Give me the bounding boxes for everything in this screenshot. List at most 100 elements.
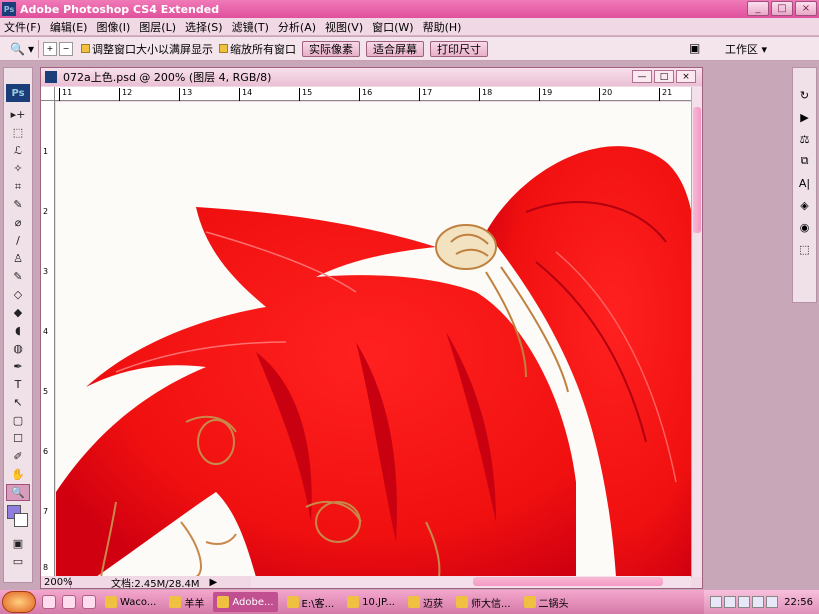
ruler-tick: 8 xyxy=(43,563,49,572)
start-button[interactable] xyxy=(2,591,36,613)
menu-edit[interactable]: 编辑(E) xyxy=(50,19,88,35)
taskbar-item-adobe[interactable]: Adobe... xyxy=(213,592,278,612)
fit-screen-button[interactable]: 适合屏幕 xyxy=(365,40,424,57)
status-bar: 200% 文档:2.45M/28.4M ▶ xyxy=(41,575,251,590)
crop-tool-icon[interactable]: ⌗ xyxy=(6,178,30,195)
zoom-in-button[interactable]: + xyxy=(42,41,57,56)
character-panel-icon[interactable]: A| xyxy=(795,174,814,192)
ruler-tick: 3 xyxy=(43,267,49,276)
quick-mask-icon[interactable]: ▣ xyxy=(6,535,30,552)
menu-file[interactable]: 文件(F) xyxy=(4,19,41,35)
horizontal-scroll-thumb[interactable] xyxy=(473,577,663,586)
taskbar-item-shida[interactable]: 师大信... xyxy=(452,592,515,612)
screen-mode-icon[interactable]: ▭ xyxy=(6,553,30,570)
ruler-tick: 11 xyxy=(59,88,72,101)
menu-image[interactable]: 图像(I) xyxy=(96,19,130,35)
paths-panel-icon[interactable]: ⬚ xyxy=(795,240,814,258)
clone-source-panel-icon[interactable]: ⧉ xyxy=(795,152,814,170)
doc-close-button[interactable]: × xyxy=(676,70,696,83)
lasso-tool-icon[interactable]: ℒ xyxy=(6,142,30,159)
menu-filter[interactable]: 滤镜(T) xyxy=(232,19,269,35)
vertical-ruler[interactable]: 1 2 3 4 5 6 7 8 xyxy=(41,101,55,577)
zoom-level[interactable]: 200% xyxy=(41,576,73,588)
eraser-tool-icon[interactable]: ◇ xyxy=(6,286,30,303)
image-canvas[interactable] xyxy=(56,102,691,577)
menu-layer[interactable]: 图层(L) xyxy=(139,19,176,35)
eyedropper-tool-icon[interactable]: ✎ xyxy=(6,196,30,213)
zoom-out-button[interactable]: − xyxy=(58,41,73,56)
zoom-tool-preset[interactable]: 🔍 ▾ xyxy=(10,42,34,56)
magic-wand-tool-icon[interactable]: ✧ xyxy=(6,160,30,177)
ruler-tick: 7 xyxy=(43,507,49,516)
doc-minimize-button[interactable]: — xyxy=(632,70,652,83)
document-window: 072a上色.psd @ 200% (图层 4, RGB/8) — □ × 11… xyxy=(40,67,703,590)
image-icon xyxy=(347,596,360,608)
tray-icon[interactable] xyxy=(724,596,737,608)
tray-icon[interactable] xyxy=(738,596,751,608)
brush-tool-icon[interactable]: / xyxy=(6,232,30,249)
healing-brush-tool-icon[interactable]: ⌀ xyxy=(6,214,30,231)
print-size-button[interactable]: 打印尺寸 xyxy=(429,40,488,57)
ruler-tick: 19 xyxy=(539,88,552,101)
zoom-all-windows-checkbox[interactable]: 缩放所有窗口 xyxy=(218,41,296,57)
pen-tool-icon[interactable]: ✒ xyxy=(6,358,30,375)
ruler-origin[interactable] xyxy=(41,87,55,101)
taskbar-item-maihuo[interactable]: 迈获 xyxy=(404,592,447,612)
brushes-panel-icon[interactable]: ⚖ xyxy=(795,130,814,148)
vertical-scrollbar[interactable] xyxy=(691,87,702,577)
blur-tool-icon[interactable]: ◖ xyxy=(6,322,30,339)
minimize-button[interactable]: _ xyxy=(747,1,769,16)
doc-maximize-button[interactable]: □ xyxy=(654,70,674,83)
workspace-menu[interactable]: 工作区 ▾ xyxy=(725,41,767,57)
taskbar-item-yangyang[interactable]: 羊羊 xyxy=(165,592,208,612)
eyedropper-2-tool-icon[interactable]: ✐ xyxy=(6,448,30,465)
taskbar-item-erguotou[interactable]: 二锅头 xyxy=(520,592,573,612)
vertical-scroll-thumb[interactable] xyxy=(693,107,701,233)
type-tool-icon[interactable]: T xyxy=(6,376,30,393)
move-tool-icon[interactable]: ▸+ xyxy=(6,106,30,123)
menu-window[interactable]: 窗口(W) xyxy=(372,19,413,35)
menu-select[interactable]: 选择(S) xyxy=(185,19,223,35)
ruler-tick: 13 xyxy=(179,88,192,101)
menu-analysis[interactable]: 分析(A) xyxy=(278,19,316,35)
tray-icon[interactable] xyxy=(752,596,765,608)
workspace-icon[interactable]: ▣ xyxy=(689,41,705,55)
quicklaunch-icon[interactable] xyxy=(82,595,96,609)
clock[interactable]: 22:56 xyxy=(784,597,813,608)
document-size-info[interactable]: 文档:2.45M/28.4M xyxy=(111,575,200,590)
actions-panel-icon[interactable]: ▶ xyxy=(795,108,814,126)
history-brush-tool-icon[interactable]: ✎ xyxy=(6,268,30,285)
horizontal-scrollbar[interactable] xyxy=(251,576,691,588)
folder-icon xyxy=(169,596,182,608)
marquee-tool-icon[interactable]: ⬚ xyxy=(6,124,30,141)
taskbar-item-image[interactable]: 10.JP... xyxy=(343,592,399,612)
menu-view[interactable]: 视图(V) xyxy=(325,19,363,35)
color-swatches[interactable] xyxy=(6,503,30,533)
document-title-bar[interactable]: 072a上色.psd @ 200% (图层 4, RGB/8) — □ × xyxy=(41,68,702,86)
notes-tool-icon[interactable]: ☐ xyxy=(6,430,30,447)
background-color-swatch[interactable] xyxy=(14,513,28,527)
maximize-button[interactable]: □ xyxy=(771,1,793,16)
history-panel-icon[interactable]: ↻ xyxy=(795,86,814,104)
quicklaunch-icon[interactable] xyxy=(42,595,56,609)
paint-bucket-tool-icon[interactable]: ◆ xyxy=(6,304,30,321)
close-button[interactable]: × xyxy=(795,1,817,16)
channels-panel-icon[interactable]: ◉ xyxy=(795,218,814,236)
layers-panel-icon[interactable]: ◈ xyxy=(795,196,814,214)
tray-icon[interactable] xyxy=(710,596,723,608)
taskbar-item-explorer[interactable]: E:\客... xyxy=(283,592,339,612)
zoom-tool-icon[interactable]: 🔍 xyxy=(6,484,30,501)
resize-windows-checkbox[interactable]: 调整窗口大小以满屏显示 xyxy=(80,41,213,57)
shape-tool-icon[interactable]: ▢ xyxy=(6,412,30,429)
dodge-tool-icon[interactable]: ◍ xyxy=(6,340,30,357)
clone-stamp-tool-icon[interactable]: ♙ xyxy=(6,250,30,267)
menu-help[interactable]: 帮助(H) xyxy=(423,19,462,35)
hand-tool-icon[interactable]: ✋ xyxy=(6,466,30,483)
quicklaunch-icon[interactable] xyxy=(62,595,76,609)
actual-pixels-button[interactable]: 实际像素 xyxy=(301,40,360,57)
tray-icon[interactable] xyxy=(766,596,779,608)
horizontal-ruler[interactable]: 11 12 13 14 15 16 17 18 19 20 21 xyxy=(55,87,691,101)
path-selection-tool-icon[interactable]: ↖ xyxy=(6,394,30,411)
taskbar-item-wacom[interactable]: Waco... xyxy=(101,592,160,612)
status-menu-arrow-icon[interactable]: ▶ xyxy=(210,577,218,588)
